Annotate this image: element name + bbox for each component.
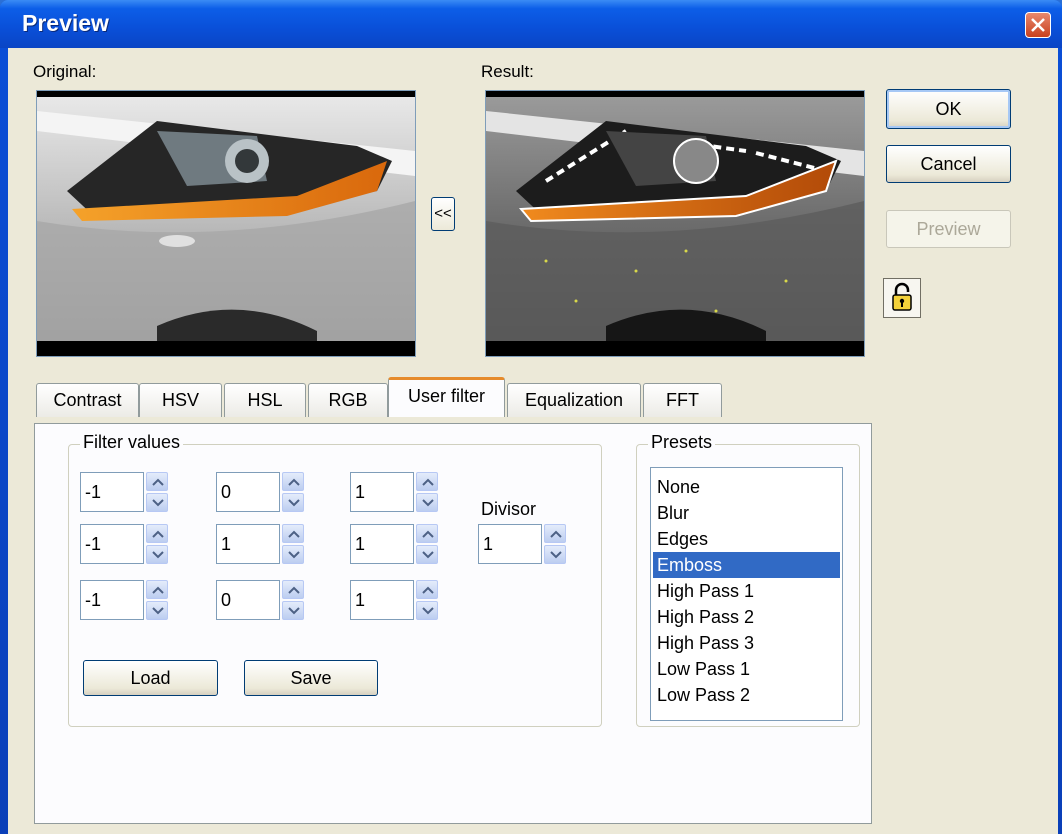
list-item[interactable]: Edges bbox=[653, 526, 840, 552]
filter-cell-2-2[interactable]: 1 bbox=[350, 580, 438, 620]
preview-window: Preview Original: Result: << OK Cancel P… bbox=[0, 0, 1062, 834]
filter-values-title: Filter values bbox=[80, 432, 184, 453]
filter-cell-0-1[interactable]: 0 bbox=[216, 472, 304, 512]
result-label: Result: bbox=[481, 62, 534, 81]
spin-up-button[interactable] bbox=[146, 580, 168, 599]
presets-list[interactable]: None Blur Edges Emboss High Pass 1 High … bbox=[650, 467, 843, 721]
cancel-button[interactable]: Cancel bbox=[886, 145, 1011, 183]
spin-up-button[interactable] bbox=[282, 524, 304, 543]
tab-user-filter[interactable]: User filter bbox=[388, 377, 505, 417]
spin-up-button[interactable] bbox=[146, 524, 168, 543]
dialog-body: Original: Result: << OK Cancel Preview C… bbox=[8, 48, 1058, 834]
presets-title: Presets bbox=[648, 432, 716, 453]
spin-down-button[interactable] bbox=[282, 493, 304, 512]
filter-cell-input[interactable]: 1 bbox=[350, 472, 414, 512]
spin-up-button[interactable] bbox=[416, 472, 438, 491]
ok-button[interactable]: OK bbox=[886, 89, 1011, 129]
spin-up-button[interactable] bbox=[416, 580, 438, 599]
list-item[interactable]: High Pass 1 bbox=[653, 578, 840, 604]
tab-fft[interactable]: FFT bbox=[643, 383, 722, 417]
list-item[interactable]: Low Pass 2 bbox=[653, 682, 840, 708]
tab-hsv[interactable]: HSV bbox=[139, 383, 222, 417]
list-item-selected[interactable]: Emboss bbox=[653, 552, 840, 578]
filter-cell-input[interactable]: 0 bbox=[216, 580, 280, 620]
tab-contrast[interactable]: Contrast bbox=[36, 383, 139, 417]
lock-icon bbox=[892, 282, 912, 311]
spin-up-button[interactable] bbox=[282, 580, 304, 599]
tab-rgb[interactable]: RGB bbox=[308, 383, 388, 417]
preview-button[interactable]: Preview bbox=[886, 210, 1011, 248]
filter-cell-1-0[interactable]: -1 bbox=[80, 524, 168, 564]
filter-cell-0-0[interactable]: -1 bbox=[80, 472, 168, 512]
spin-down-button[interactable] bbox=[416, 601, 438, 620]
filter-cell-input[interactable]: -1 bbox=[80, 580, 144, 620]
spin-down-button[interactable] bbox=[146, 601, 168, 620]
tab-equalization[interactable]: Equalization bbox=[507, 383, 641, 417]
filter-cell-input[interactable]: 0 bbox=[216, 472, 280, 512]
spin-down-button[interactable] bbox=[282, 601, 304, 620]
spin-down-button[interactable] bbox=[416, 545, 438, 564]
list-item[interactable]: None bbox=[653, 474, 840, 500]
tab-hsl[interactable]: HSL bbox=[224, 383, 306, 417]
spin-up-button[interactable] bbox=[416, 524, 438, 543]
load-button[interactable]: Load bbox=[83, 660, 218, 696]
original-label: Original: bbox=[33, 62, 97, 81]
filter-cell-input[interactable]: -1 bbox=[80, 472, 144, 512]
filter-cell-input[interactable]: 1 bbox=[350, 580, 414, 620]
copy-back-button[interactable]: << bbox=[431, 197, 455, 231]
close-icon bbox=[1031, 18, 1045, 32]
spin-down-button[interactable] bbox=[282, 545, 304, 564]
filter-cell-input[interactable]: 1 bbox=[350, 524, 414, 564]
list-item[interactable]: High Pass 2 bbox=[653, 604, 840, 630]
spin-down-button[interactable] bbox=[146, 493, 168, 512]
spin-up-button[interactable] bbox=[544, 524, 566, 543]
filter-cell-1-1[interactable]: 1 bbox=[216, 524, 304, 564]
save-button[interactable]: Save bbox=[244, 660, 378, 696]
filter-cell-input[interactable]: -1 bbox=[80, 524, 144, 564]
filter-cell-2-0[interactable]: -1 bbox=[80, 580, 168, 620]
lock-toggle-button[interactable] bbox=[883, 278, 921, 318]
filter-cell-input[interactable]: 1 bbox=[216, 524, 280, 564]
spin-up-button[interactable] bbox=[282, 472, 304, 491]
close-button[interactable] bbox=[1025, 12, 1051, 38]
list-item[interactable]: High Pass 3 bbox=[653, 630, 840, 656]
filter-cell-2-1[interactable]: 0 bbox=[216, 580, 304, 620]
filter-cell-1-2[interactable]: 1 bbox=[350, 524, 438, 564]
list-item[interactable]: Low Pass 1 bbox=[653, 656, 840, 682]
window-title: Preview bbox=[22, 10, 109, 36]
spin-up-button[interactable] bbox=[146, 472, 168, 491]
filter-cell-0-2[interactable]: 1 bbox=[350, 472, 438, 512]
divisor-input[interactable]: 1 bbox=[478, 524, 542, 564]
divisor-spinner[interactable]: 1 bbox=[478, 524, 566, 564]
title-bar[interactable]: Preview bbox=[0, 0, 1062, 48]
spin-down-button[interactable] bbox=[146, 545, 168, 564]
spin-down-button[interactable] bbox=[416, 493, 438, 512]
result-image bbox=[485, 90, 865, 357]
list-item[interactable]: Blur bbox=[653, 500, 840, 526]
spin-down-button[interactable] bbox=[544, 545, 566, 564]
original-image bbox=[36, 90, 416, 357]
divisor-label: Divisor bbox=[481, 499, 537, 519]
